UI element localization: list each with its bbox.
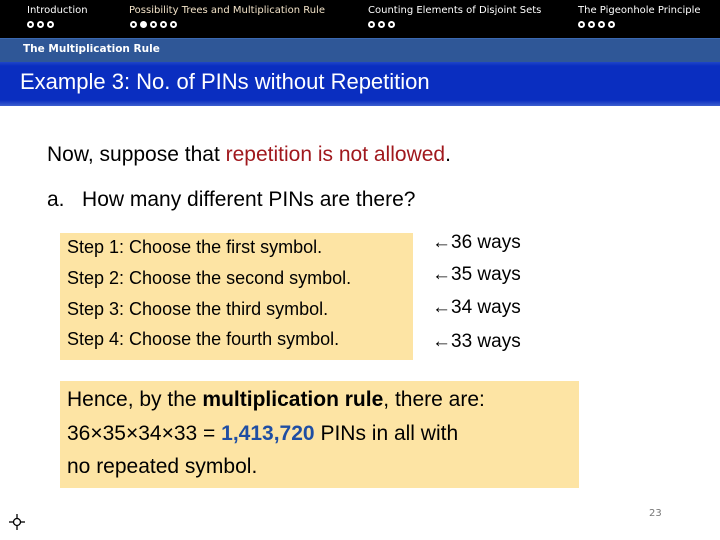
question: How many different PINs are there? — [82, 188, 416, 211]
section-navigation: Introduction Possibility Trees and Multi… — [0, 0, 720, 38]
ways-1: ←36 ways — [432, 232, 521, 254]
step-3: Step 3: Choose the third symbol. — [67, 299, 329, 319]
ways-value: 34 ways — [451, 297, 521, 318]
nav-dot[interactable] — [37, 21, 44, 28]
nav-dots-disjoint-sets — [368, 21, 395, 28]
slide-title: Example 3: No. of PINs without Repetitio… — [20, 69, 430, 94]
nav-dots-introduction — [27, 21, 54, 28]
nav-section-disjoint-sets[interactable]: Counting Elements of Disjoint Sets — [368, 5, 541, 16]
left-arrow-icon: ← — [432, 297, 451, 318]
steps-box: Step 1: Choose the first symbol. Step 2:… — [60, 233, 413, 360]
ways-2: ←35 ways — [432, 264, 521, 286]
multiplication-rule-term: multiplication rule — [202, 388, 384, 411]
summary-text: , there are: — [383, 388, 485, 411]
nav-dot[interactable] — [588, 21, 595, 28]
subsection-title: The Multiplication Rule — [23, 43, 160, 55]
intro-prefix: Now, suppose that — [47, 143, 226, 166]
nav-dot[interactable] — [378, 21, 385, 28]
intro-text: Now, suppose that repetition is not allo… — [47, 143, 451, 167]
intro-highlight: repetition is not allowed — [225, 143, 446, 166]
ways-value: 35 ways — [451, 264, 521, 285]
nav-dot-current[interactable] — [140, 21, 147, 28]
nav-dot[interactable] — [27, 21, 34, 28]
step-4: Step 4: Choose the fourth symbol. — [67, 329, 340, 349]
nav-dot[interactable] — [150, 21, 157, 28]
nav-section-pigeonhole[interactable]: The Pigeonhole Principle — [578, 5, 701, 16]
ways-value: 36 ways — [451, 232, 521, 253]
summary-text: PINs in all with — [314, 422, 459, 445]
summary-line-1: Hence, by the multiplication rule, there… — [67, 388, 485, 412]
nav-dot[interactable] — [130, 21, 137, 28]
nav-dot[interactable] — [47, 21, 54, 28]
question-text: a. How many different PINs are there? — [47, 188, 415, 212]
summary-text: Hence, by the — [67, 388, 203, 411]
subsection-bar: The Multiplication Rule — [0, 38, 720, 62]
page-number: 23 — [649, 508, 662, 519]
step-1: Step 1: Choose the first symbol. — [67, 237, 323, 257]
step-2: Step 2: Choose the second symbol. — [67, 268, 352, 288]
nav-dot[interactable] — [608, 21, 615, 28]
nav-dot[interactable] — [170, 21, 177, 28]
nav-dot[interactable] — [578, 21, 585, 28]
nav-section-introduction[interactable]: Introduction — [27, 5, 88, 16]
nav-section-possibility-trees[interactable]: Possibility Trees and Multiplication Rul… — [129, 5, 325, 16]
summary-line-3: no repeated symbol. — [67, 455, 258, 478]
summary-box: Hence, by the multiplication rule, there… — [60, 381, 579, 488]
nav-dot[interactable] — [160, 21, 167, 28]
navigation-crosshair-icon[interactable] — [9, 514, 25, 530]
question-marker: a. — [47, 188, 65, 211]
summary-line-2: 36×35×34×33 = 1,413,720 PINs in all with — [67, 422, 458, 446]
left-arrow-icon: ← — [432, 232, 451, 253]
ways-4: ←33 ways — [432, 331, 521, 353]
ways-value: 33 ways — [451, 331, 521, 352]
intro-suffix: . — [445, 143, 451, 166]
result-value: 1,413,720 — [221, 422, 315, 445]
nav-dot[interactable] — [598, 21, 605, 28]
nav-dots-pigeonhole — [578, 21, 615, 28]
ways-3: ←34 ways — [432, 297, 521, 319]
nav-dot[interactable] — [388, 21, 395, 28]
left-arrow-icon: ← — [432, 264, 451, 285]
slide-title-bar: Example 3: No. of PINs without Repetitio… — [0, 62, 720, 106]
nav-dot[interactable] — [368, 21, 375, 28]
product-expression: 36×35×34×33 = — [67, 422, 222, 445]
left-arrow-icon: ← — [432, 331, 451, 352]
nav-dots-possibility-trees — [130, 21, 177, 28]
